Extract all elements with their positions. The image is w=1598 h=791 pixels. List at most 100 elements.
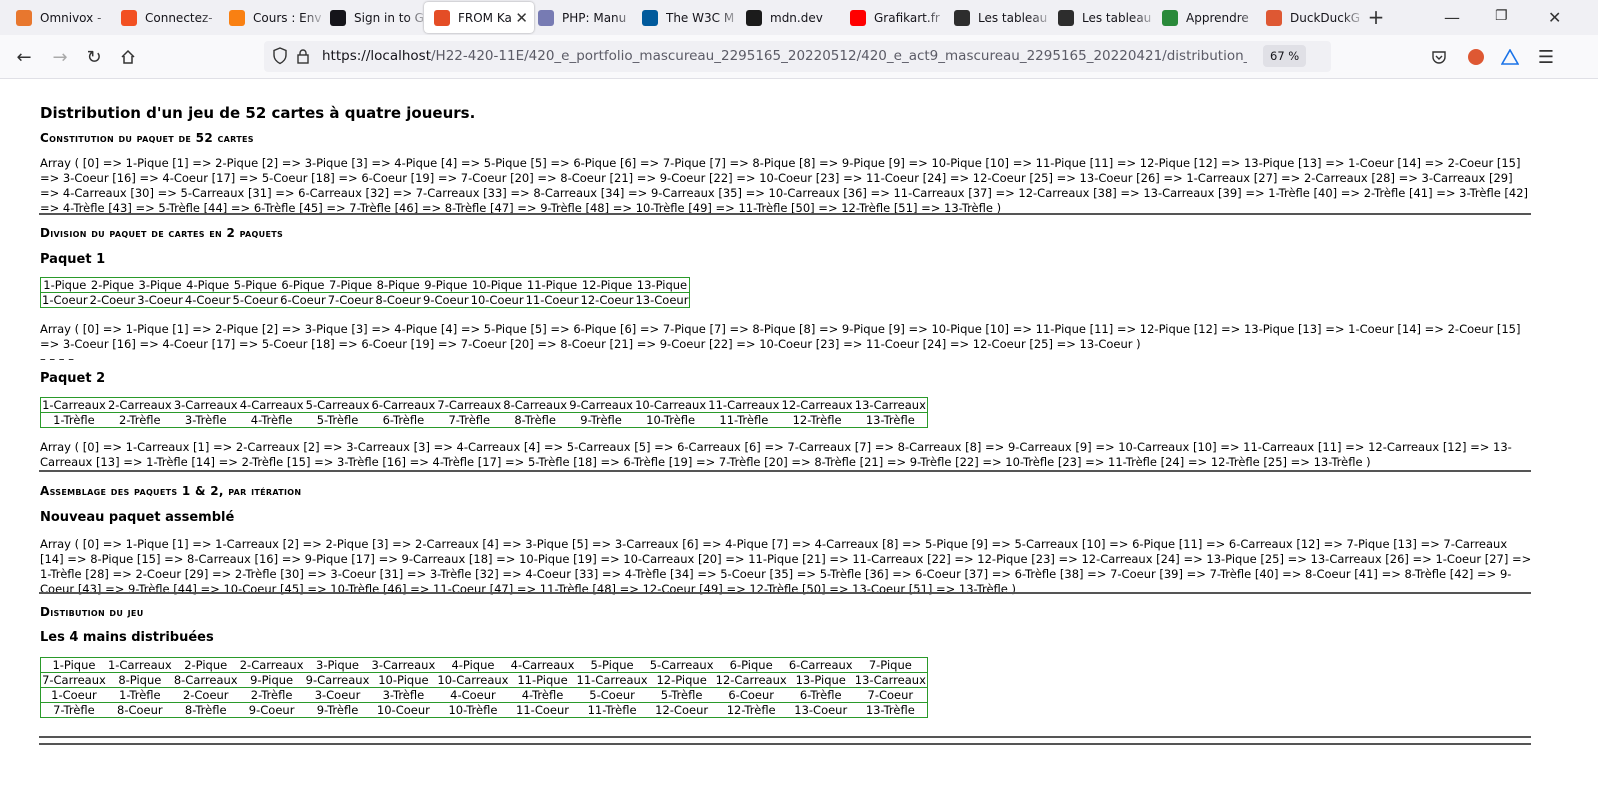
card-cell: 8-Trèfle (502, 412, 569, 428)
card-cell: 12-Carreaux (781, 398, 853, 412)
card-cell: 6-Trèfle (787, 687, 854, 703)
card-cell: 10-Trèfle (436, 702, 510, 718)
card-cell: 2-Trèfle (238, 687, 305, 703)
tab-2[interactable]: Connectez- (111, 2, 225, 33)
card-cell: 12-Trèfle (714, 702, 788, 718)
card-cell: 8-Coeur (374, 292, 422, 308)
paquet2-array: Array ( [0] => 1-Carreaux [1] => 2-Carre… (40, 440, 1512, 469)
tab-12[interactable]: Apprendre (1152, 2, 1262, 33)
card-cell: 10-Carreaux (635, 398, 707, 412)
pocket-icon[interactable] (1425, 43, 1453, 71)
table-row: 1-Pique 2-Pique 3-Pique 4-Pique 5-Pique 6-Piq… (41, 278, 690, 293)
tab-13[interactable]: DuckDuckG (1256, 2, 1366, 33)
card-cell: 10-Pique (370, 672, 437, 688)
tab-bar: Omnivox - Connectez- Cours : Env Sign in to… (0, 0, 1598, 35)
microsoft-icon (121, 9, 137, 26)
tab-3[interactable]: Cours : Env (219, 2, 327, 33)
divider (39, 592, 1531, 594)
table-row: 7-Carreaux 8-Pique 8-Carreaux 9-Pique 9-Carr… (40, 672, 928, 688)
close-window-icon[interactable]: ✕ (1548, 8, 1561, 27)
card-cell: 7-Carreaux (40, 672, 107, 688)
navigation-toolbar: ← → ↻ https://localhost/H22-420-11E/420_… (0, 35, 1598, 79)
card-cell: 11-Pique (509, 672, 576, 688)
card-cell: 8-Pique (106, 672, 173, 688)
home-icon[interactable] (114, 43, 142, 71)
divider (39, 736, 1531, 738)
card-cell: 8-Carreaux (503, 398, 568, 412)
card-cell: 10-Coeur (370, 702, 437, 718)
card-cell: 7-Carreaux (437, 398, 502, 412)
card-cell: 4-Pique (186, 278, 230, 292)
html-icon (434, 9, 450, 26)
card-cell: 5-Pique (233, 278, 277, 292)
url-text[interactable]: https://localhost/H22-420-11E/420_e_port… (322, 48, 1247, 64)
duckduckgo-icon (1266, 9, 1282, 26)
card-cell: 13-Coeur (634, 292, 690, 308)
card-cell: 13-Coeur (787, 702, 854, 718)
card-cell: 8-Trèfle (172, 702, 239, 718)
card-cell: 2-Carreaux (239, 658, 304, 672)
card-cell: 11-Pique (526, 278, 578, 292)
tab-label: FROM Ka (458, 10, 512, 25)
card-cell: 4-Coeur (183, 292, 232, 308)
card-cell: 2-Coeur (172, 687, 239, 703)
tab-11[interactable]: Les tableau (1048, 2, 1158, 33)
close-tab-icon[interactable]: ✕ (515, 9, 528, 27)
minimize-icon[interactable]: — (1444, 8, 1460, 27)
card-cell: 4-Carreaux (239, 398, 304, 412)
card-cell: 3-Pique (316, 658, 360, 672)
divider (39, 743, 1531, 745)
card-cell: 11-Trèfle (575, 702, 649, 718)
section-title-division: Division du paquet de cartes en 2 paquet… (40, 226, 284, 240)
card-cell: 10-Coeur (469, 292, 525, 308)
duckduckgo-extension-icon[interactable] (1462, 43, 1490, 71)
card-cell: 3-Pique (138, 278, 182, 292)
table-row: 1-Pique 1-Carreaux 2-Pique 2-Carreaux 3-Piqu… (41, 658, 928, 673)
globe-icon (1162, 9, 1178, 26)
tab-10[interactable]: Les tableau (944, 2, 1054, 33)
restore-icon[interactable]: ❐ (1495, 8, 1508, 24)
card-cell: 1-Pique (43, 278, 87, 292)
card-cell: 1-Trèfle (40, 412, 107, 428)
menu-icon[interactable]: ☰ (1532, 43, 1560, 71)
card-cell: 2-Pique (184, 658, 228, 672)
card-cell: 13-Trèfle (853, 702, 928, 718)
card-cell: 11-Coeur (509, 702, 576, 718)
extension-triangle-icon[interactable] (1496, 43, 1524, 71)
card-cell: 7-Pique (868, 658, 912, 672)
card-cell: 9-Pique (424, 278, 468, 292)
shield-icon[interactable] (272, 47, 288, 69)
card-cell: 3-Trèfle (172, 412, 239, 428)
card-cell: 1-Carreaux (107, 658, 172, 672)
card-cell: 9-Carreaux (569, 398, 633, 412)
back-icon[interactable]: ← (10, 43, 38, 71)
reload-icon[interactable]: ↻ (80, 43, 108, 71)
card-cell: 10-Trèfle (634, 412, 708, 428)
card-cell: 3-Carreaux (371, 658, 436, 672)
lock-icon[interactable] (296, 48, 310, 68)
card-cell: 6-Trèfle (370, 412, 437, 428)
paquet1-array: Array ( [0] => 1-Pique [1] => 2-Pique [2… (40, 322, 1521, 351)
tab-8[interactable]: mdn.dev (736, 2, 846, 33)
card-cell: 2-Coeur (88, 292, 137, 308)
forward-icon[interactable]: → (46, 43, 74, 71)
tab-7[interactable]: The W3C M (632, 2, 742, 33)
tab-6[interactable]: PHP: Manu (528, 2, 638, 33)
tab-1[interactable]: Omnivox - (6, 2, 116, 33)
tab-5[interactable]: FROM Ka ✕ (424, 2, 534, 33)
card-cell: 1-Coeur (40, 687, 107, 703)
php-icon (538, 9, 554, 26)
card-cell: 13-Carreaux (853, 672, 928, 688)
card-cell: 1-Pique (52, 658, 96, 672)
zoom-level-badge[interactable]: 67 % (1263, 45, 1307, 67)
card-cell: 3-Coeur (136, 292, 184, 308)
paquet2-title: Paquet 2 (40, 371, 106, 386)
table-row: 1-Carreaux 2-Carreaux 3-Carreaux 4-Carreaux… (41, 398, 928, 413)
card-cell: 6-Carreaux (371, 398, 436, 412)
new-tab-button[interactable]: + (1362, 3, 1390, 31)
address-bar[interactable]: https://localhost/H22-420-11E/420_e_port… (264, 41, 1331, 72)
tab-9[interactable]: Grafikart.fr (840, 2, 950, 33)
assembled-deck-title: Nouveau paquet assemblé (40, 510, 235, 525)
tab-4[interactable]: Sign in to G (320, 2, 430, 33)
moodle-icon (229, 9, 245, 26)
